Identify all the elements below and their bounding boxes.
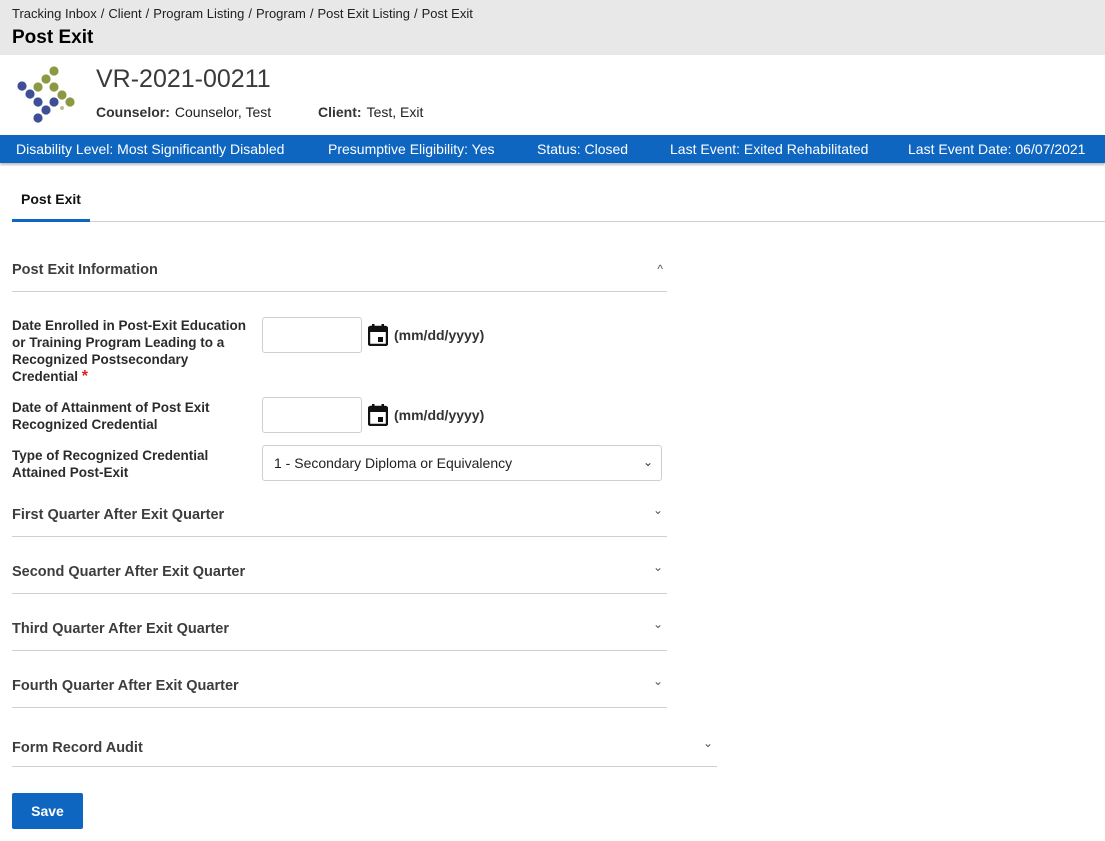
breadcrumb-separator: / — [248, 6, 252, 21]
date-attainment-input[interactable] — [262, 397, 362, 433]
case-id: VR-2021-00211 — [96, 65, 271, 93]
top-header: Tracking Inbox / Client / Program Listing / Pr… — [0, 0, 1105, 55]
section-post-exit-information[interactable]: Post Exit Information ^ — [12, 252, 667, 292]
tab-bar: Post Exit — [12, 180, 1105, 222]
breadcrumb: Tracking Inbox / Client / Program Listing / Pr… — [12, 6, 473, 21]
section-form-record-audit[interactable]: Form Record Audit ⌄ — [12, 728, 717, 767]
section-title: Post Exit Information — [12, 262, 158, 278]
date-format-hint: (mm/dd/yyyy) — [394, 407, 485, 423]
breadcrumb-program[interactable]: Program — [256, 6, 306, 21]
section-title: Second Quarter After Exit Quarter — [12, 564, 246, 580]
section-title: Third Quarter After Exit Quarter — [12, 621, 230, 637]
chevron-down-icon: ⌄ — [702, 736, 713, 750]
section-title: Form Record Audit — [12, 740, 143, 756]
agency-logo — [17, 66, 75, 123]
chevron-down-icon: ⌄ — [652, 503, 663, 517]
chevron-down-icon: ⌄ — [652, 617, 663, 631]
breadcrumb-current: Post Exit — [421, 6, 473, 21]
case-status: Status: Closed — [537, 141, 629, 157]
section-fourth-quarter[interactable]: Fourth Quarter After Exit Quarter ⌄ — [12, 668, 667, 708]
breadcrumb-separator: / — [100, 6, 105, 21]
credential-type-selected: 1 - Secondary Diploma or Equivalency — [274, 455, 513, 471]
calendar-icon[interactable] — [368, 324, 388, 346]
status-bar: Disability Level: Most Significantly Dis… — [0, 135, 1105, 163]
client-info: Client: Test, Exit — [318, 104, 423, 120]
required-asterisk: * — [81, 368, 89, 385]
chevron-down-icon: ⌄ — [642, 455, 653, 469]
chevron-up-icon: ^ — [657, 262, 663, 276]
date-enrolled-label: Date Enrolled in Post-Exit Education or … — [12, 317, 252, 385]
section-first-quarter[interactable]: First Quarter After Exit Quarter ⌄ — [12, 497, 667, 537]
section-second-quarter[interactable]: Second Quarter After Exit Quarter ⌄ — [12, 554, 667, 594]
date-format-hint: (mm/dd/yyyy) — [394, 327, 485, 343]
section-third-quarter[interactable]: Third Quarter After Exit Quarter ⌄ — [12, 611, 667, 651]
breadcrumb-client[interactable]: Client — [108, 6, 141, 21]
last-event: Last Event: Exited Rehabilitated — [670, 141, 869, 157]
credential-type-label: Type of Recognized Credential Attained P… — [12, 448, 209, 480]
chevron-down-icon: ⌄ — [652, 674, 663, 688]
last-event-date: Last Event Date: 06/07/2021 — [908, 141, 1086, 157]
breadcrumb-separator: / — [309, 6, 314, 21]
breadcrumb-separator: / — [145, 6, 150, 21]
counselor-value: Counselor, Test — [174, 104, 272, 120]
page-title: Post Exit — [12, 27, 94, 48]
calendar-icon[interactable] — [368, 404, 388, 426]
credential-type-select[interactable]: 1 - Secondary Diploma or Equivalency ⌄ — [262, 445, 662, 481]
breadcrumb-program-listing[interactable]: Program Listing — [153, 6, 244, 21]
breadcrumb-separator: / — [413, 6, 418, 21]
date-attainment-label: Date of Attainment of Post Exit Recogniz… — [12, 400, 210, 432]
section-title: First Quarter After Exit Quarter — [12, 507, 225, 523]
date-enrolled-input[interactable] — [262, 317, 362, 353]
breadcrumb-tracking-inbox[interactable]: Tracking Inbox — [12, 6, 97, 21]
save-button[interactable]: Save — [12, 793, 83, 829]
chevron-down-icon: ⌄ — [652, 560, 663, 574]
presumptive-eligibility: Presumptive Eligibility: Yes — [328, 141, 495, 157]
client-label: Client: — [318, 104, 362, 120]
counselor-info: Counselor: Counselor, Test — [96, 104, 271, 120]
disability-level: Disability Level: Most Significantly Dis… — [16, 141, 285, 157]
breadcrumb-post-exit-listing[interactable]: Post Exit Listing — [317, 6, 410, 21]
client-value: Test, Exit — [366, 104, 424, 120]
date-enrolled-label-text: Date Enrolled in Post-Exit Education or … — [12, 318, 247, 384]
section-title: Fourth Quarter After Exit Quarter — [12, 678, 239, 694]
counselor-label: Counselor: — [96, 104, 170, 120]
tab-post-exit[interactable]: Post Exit — [12, 180, 90, 222]
